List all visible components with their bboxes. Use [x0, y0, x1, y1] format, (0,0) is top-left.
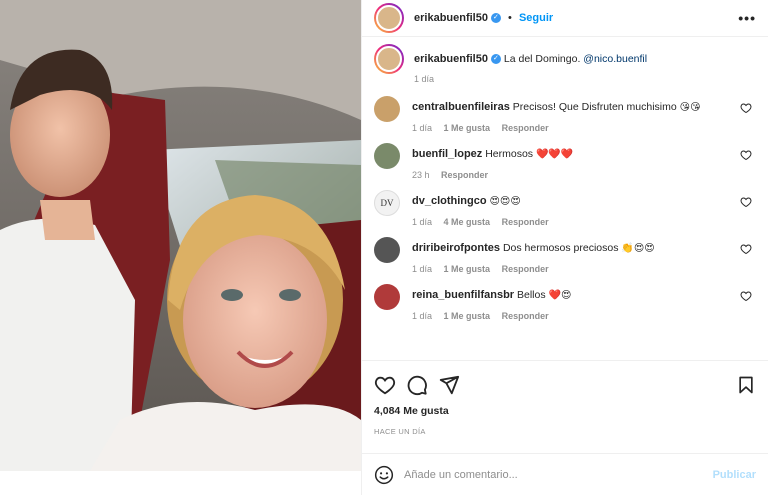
- comment-emoji: 😘😘: [679, 102, 701, 113]
- comment-time: 1 día: [412, 217, 433, 227]
- comment-time: 1 día: [412, 311, 433, 321]
- like-comment-heart-icon[interactable]: [740, 196, 752, 208]
- comment-likes[interactable]: 4 Me gusta: [444, 217, 491, 227]
- bookmark-icon[interactable]: [736, 374, 756, 396]
- comment-emoji: ❤️❤️❤️: [535, 149, 574, 160]
- comment-emoji: 👏😍😍: [621, 243, 655, 254]
- commenter-avatar[interactable]: DV: [374, 190, 400, 216]
- share-icon[interactable]: [438, 374, 460, 396]
- comment-text: Dos hermosos preciosos: [502, 242, 619, 254]
- post-actions: 4,084 Me gusta HACE UN DÍA: [362, 360, 768, 436]
- heart-icon[interactable]: [374, 374, 396, 396]
- comments-list[interactable]: erikabuenfil50 ✓ La del Domingo. @nico.bu…: [362, 38, 768, 360]
- comment-row: reina_buenfilfansbr Bellos ❤️😍 1 día 1 M…: [374, 276, 756, 323]
- post-timestamp: HACE UN DÍA: [374, 427, 426, 436]
- selfie-image: [0, 0, 361, 471]
- comment-row: driribeirofpontes Dos hermosos preciosos…: [374, 229, 756, 276]
- comment-emoji: ❤️😍: [548, 290, 572, 301]
- reply-button[interactable]: Responder: [441, 170, 488, 180]
- like-comment-heart-icon[interactable]: [740, 243, 752, 255]
- caption-username[interactable]: erikabuenfil50: [414, 53, 488, 65]
- comment-username[interactable]: dv_clothingco: [412, 195, 487, 207]
- reply-button[interactable]: Responder: [502, 123, 549, 133]
- comment-time: 1 día: [412, 123, 433, 133]
- caption-avatar[interactable]: [374, 44, 404, 74]
- comment-row: buenfil_lopez Hermosos ❤️❤️❤️ 23 h Respo…: [374, 135, 756, 182]
- comment-likes[interactable]: 1 Me gusta: [444, 123, 491, 133]
- comment-input[interactable]: [404, 468, 713, 481]
- comment-text: Precisos! Que Disfruten muchisimo: [512, 101, 677, 113]
- comment-icon[interactable]: [406, 374, 428, 396]
- post-photo[interactable]: [0, 0, 361, 471]
- commenter-avatar[interactable]: [374, 284, 400, 310]
- more-options-icon[interactable]: •••: [738, 10, 756, 26]
- like-comment-heart-icon[interactable]: [740, 102, 752, 114]
- comment-time: 1 día: [412, 264, 433, 274]
- commenter-avatar[interactable]: [374, 96, 400, 122]
- likes-count[interactable]: 4,084 Me gusta: [374, 405, 756, 417]
- photo-footer-space: [0, 471, 361, 495]
- author-avatar[interactable]: [374, 3, 404, 33]
- commenter-avatar[interactable]: [374, 143, 400, 169]
- comment-username[interactable]: driribeirofpontes: [412, 242, 500, 254]
- caption-text: La del Domingo.: [503, 53, 581, 65]
- commenter-avatar[interactable]: [374, 237, 400, 263]
- verified-badge-icon: ✓: [490, 13, 501, 24]
- caption-time: 1 día: [414, 74, 435, 84]
- reply-button[interactable]: Responder: [502, 217, 549, 227]
- verified-badge-icon: ✓: [490, 54, 501, 65]
- post-header: erikabuenfil50 ✓ • Seguir •••: [362, 0, 768, 37]
- like-comment-heart-icon[interactable]: [740, 290, 752, 302]
- comment-text: Hermosos: [485, 148, 534, 160]
- comment-text: Bellos: [517, 289, 546, 301]
- follow-button[interactable]: Seguir: [519, 12, 553, 24]
- comment-likes[interactable]: 1 Me gusta: [444, 311, 491, 321]
- caption-row: erikabuenfil50 ✓ La del Domingo. @nico.bu…: [374, 38, 756, 86]
- publish-button[interactable]: Publicar: [713, 469, 756, 481]
- comment-emoji: 😍😍😍: [489, 196, 521, 207]
- add-comment-bar: Publicar: [362, 453, 768, 495]
- comment-row: DV dv_clothingco 😍😍😍 1 día 4 Me gusta Re…: [374, 182, 756, 229]
- author-info: erikabuenfil50 ✓ • Seguir: [414, 12, 553, 24]
- comment-time: 23 h: [412, 170, 430, 180]
- comment-username[interactable]: reina_buenfilfansbr: [412, 289, 514, 301]
- separator-dot: •: [508, 12, 512, 24]
- like-comment-heart-icon[interactable]: [740, 149, 752, 161]
- emoji-icon[interactable]: [374, 465, 394, 485]
- comment-row: centralbuenfileiras Precisos! Que Disfru…: [374, 88, 756, 135]
- reply-button[interactable]: Responder: [502, 311, 549, 321]
- caption-mention[interactable]: @nico.buenfil: [583, 53, 647, 65]
- post-details-panel: erikabuenfil50 ✓ • Seguir ••• erikabuenfi…: [361, 0, 768, 495]
- comment-username[interactable]: buenfil_lopez: [412, 148, 482, 160]
- comment-username[interactable]: centralbuenfileiras: [412, 101, 510, 113]
- comment-likes[interactable]: 1 Me gusta: [444, 264, 491, 274]
- author-username[interactable]: erikabuenfil50: [414, 12, 488, 24]
- reply-button[interactable]: Responder: [502, 264, 549, 274]
